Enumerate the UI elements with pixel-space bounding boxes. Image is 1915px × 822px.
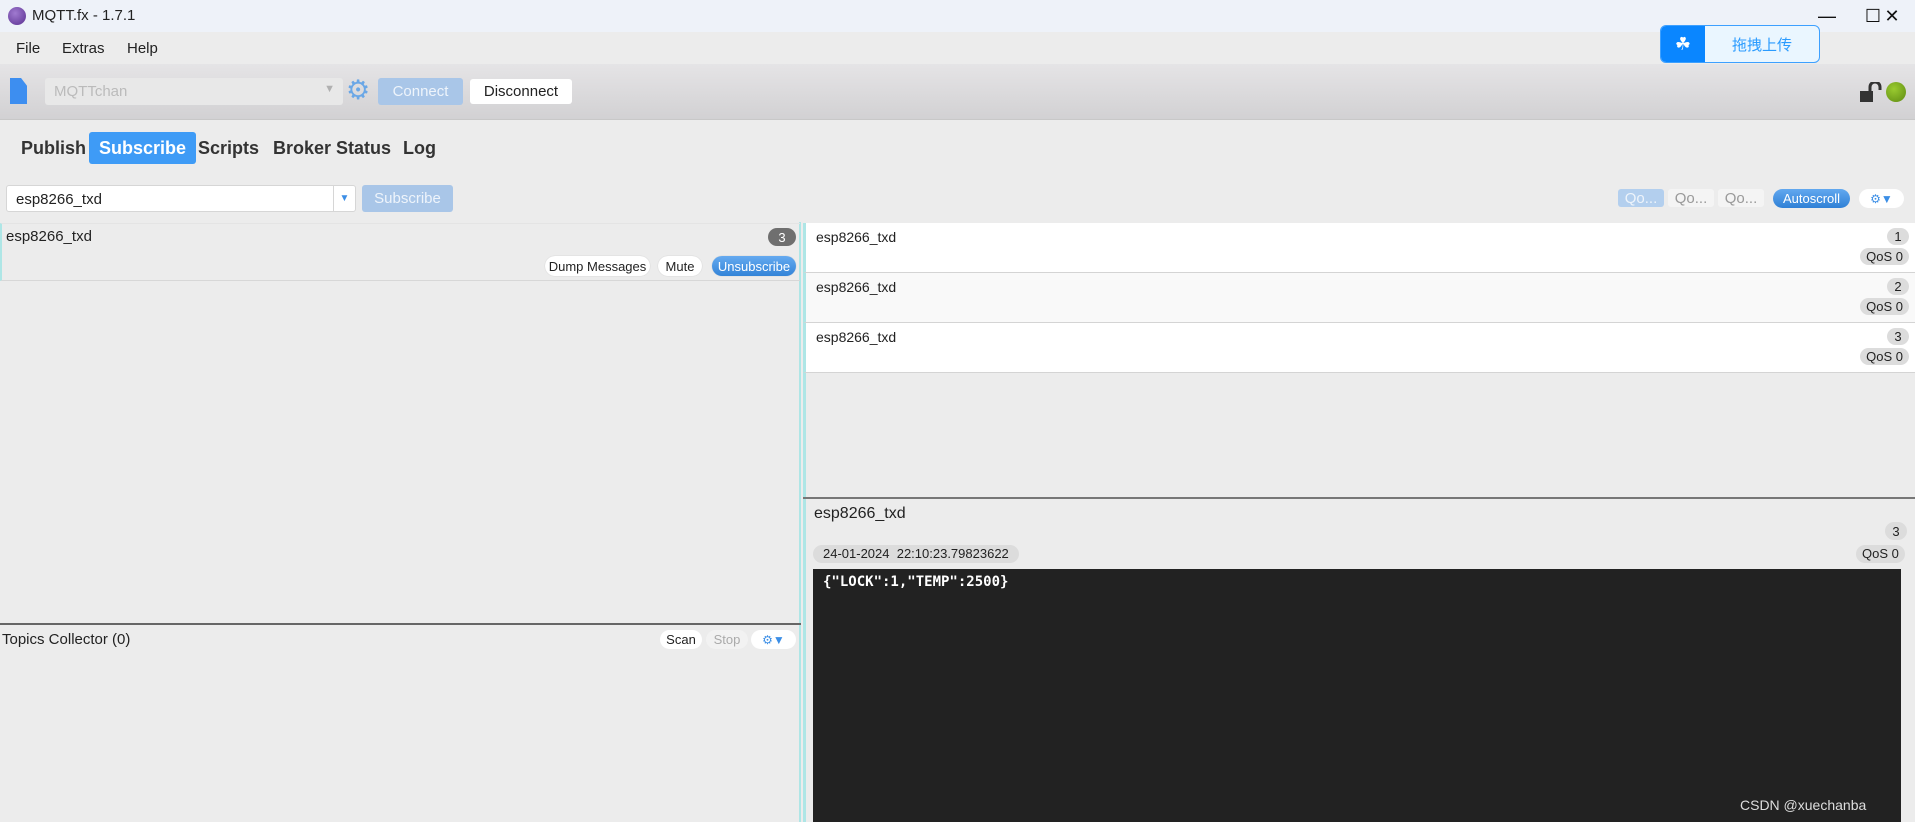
dump-messages-button[interactable]: Dump Messages xyxy=(545,256,650,276)
message-number: 1 xyxy=(1887,228,1909,245)
subscribe-button[interactable]: Subscribe xyxy=(362,185,453,212)
message-qos: QoS 0 xyxy=(1860,348,1909,365)
watermark: CSDN @xuechanba xyxy=(1740,797,1867,813)
message-qos: QoS 0 xyxy=(1860,248,1909,265)
topic-value: esp8266_txd xyxy=(16,191,102,208)
collector-options-gear-icon[interactable]: ⚙▼ xyxy=(751,630,796,649)
message-topic: esp8266_txd xyxy=(816,279,897,295)
detail-timestamp: 24-01-2024 22:10:23.79823622 xyxy=(813,545,1019,563)
connection-status-indicator xyxy=(1886,82,1906,102)
profile-value: MQTTchan xyxy=(54,83,128,100)
unlock-icon xyxy=(1860,82,1882,102)
detail-topic: esp8266_txd xyxy=(814,505,906,522)
options-gear-icon[interactable]: ⚙▼ xyxy=(1859,189,1904,208)
message-topic: esp8266_txd xyxy=(816,229,897,245)
unsubscribe-button[interactable]: Unsubscribe xyxy=(712,256,796,276)
app-icon xyxy=(8,7,26,25)
close-button[interactable]: ✕ xyxy=(1869,0,1915,32)
detail-qos: QoS 0 xyxy=(1856,545,1905,563)
qos2-button[interactable]: Qo... xyxy=(1718,189,1764,207)
message-number: 2 xyxy=(1887,278,1909,295)
message-topic: esp8266_txd xyxy=(816,329,897,345)
scan-button[interactable]: Scan xyxy=(660,630,702,649)
stop-button[interactable]: Stop xyxy=(706,630,748,649)
message-row[interactable]: esp8266_txd 2 QoS 0 xyxy=(803,273,1915,323)
menu-extras[interactable]: Extras xyxy=(62,40,105,57)
tab-log[interactable]: Log xyxy=(393,132,446,164)
tab-subscribe[interactable]: Subscribe xyxy=(89,132,197,164)
splitter[interactable] xyxy=(0,623,801,625)
subscribe-topic-input[interactable]: esp8266_txd ▼ xyxy=(6,185,356,212)
chevron-down-icon[interactable]: ▼ xyxy=(333,186,355,211)
subscription-topic: esp8266_txd xyxy=(6,228,92,245)
gear-icon[interactable]: ⚙ xyxy=(346,76,370,104)
disconnect-button[interactable]: Disconnect xyxy=(470,79,572,104)
baidu-cloud-icon: ☘ xyxy=(1661,26,1705,62)
topics-collector-title: Topics Collector (0) xyxy=(2,631,131,648)
tab-publish[interactable]: Publish xyxy=(11,132,96,164)
chevron-down-icon: ▼ xyxy=(324,83,335,95)
qos0-button[interactable]: Qo... xyxy=(1618,189,1664,207)
subscriptions-panel xyxy=(0,222,801,822)
upload-label: 拖拽上传 xyxy=(1731,36,1792,54)
detail-number: 3 xyxy=(1885,522,1907,540)
upload-widget[interactable]: ☘ 拖拽上传 xyxy=(1660,25,1820,63)
title-bar xyxy=(0,0,1915,32)
list-border xyxy=(803,373,806,497)
message-number: 3 xyxy=(1887,328,1909,345)
mute-button[interactable]: Mute xyxy=(658,256,702,276)
menu-file[interactable]: File xyxy=(16,40,40,57)
message-row[interactable]: esp8266_txd 3 QoS 0 xyxy=(803,323,1915,373)
message-row[interactable]: esp8266_txd 1 QoS 0 xyxy=(803,223,1915,273)
tab-scripts[interactable]: Scripts xyxy=(188,132,269,164)
window-title: MQTT.fx - 1.7.1 xyxy=(32,7,136,24)
close-icon: ✕ xyxy=(1884,5,1900,26)
message-qos: QoS 0 xyxy=(1860,298,1909,315)
qos1-button[interactable]: Qo... xyxy=(1668,189,1714,207)
message-count-badge: 3 xyxy=(768,228,796,246)
connect-button[interactable]: Connect xyxy=(378,78,463,105)
menu-help[interactable]: Help xyxy=(127,40,158,57)
payload-viewer[interactable]: {"LOCK":1,"TEMP":2500} xyxy=(813,569,1901,822)
tab-broker-status[interactable]: Broker Status xyxy=(263,132,401,164)
profile-select[interactable]: MQTTchan ▼ xyxy=(45,78,343,105)
autoscroll-button[interactable]: Autoscroll xyxy=(1773,189,1850,208)
menu-bar xyxy=(0,32,1915,64)
